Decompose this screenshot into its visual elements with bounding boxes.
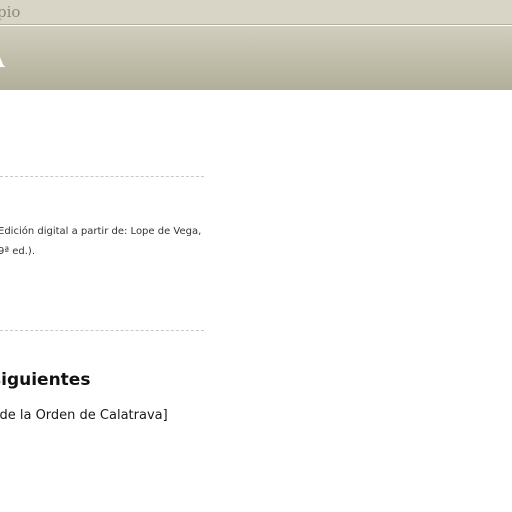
divider-top [0, 176, 204, 177]
divider-bottom [0, 330, 204, 331]
citation-line-1: Edición digital a partir de: Lope de Veg… [0, 226, 202, 237]
citation-line-2: 9ª ed.). [0, 246, 36, 257]
section-heading: siguientes [0, 370, 91, 390]
page: pio A Edición digital a partir de: Lope … [0, 0, 512, 512]
citation: Edición digital a partir de: Lope de Veg… [0, 222, 208, 262]
breadcrumb: pio [0, 0, 512, 25]
breadcrumb-link[interactable]: pio [0, 3, 20, 21]
page-title: A [0, 50, 5, 72]
page-header: A [0, 26, 512, 90]
work-link[interactable]: r de la Orden de Calatrava] [0, 408, 168, 423]
